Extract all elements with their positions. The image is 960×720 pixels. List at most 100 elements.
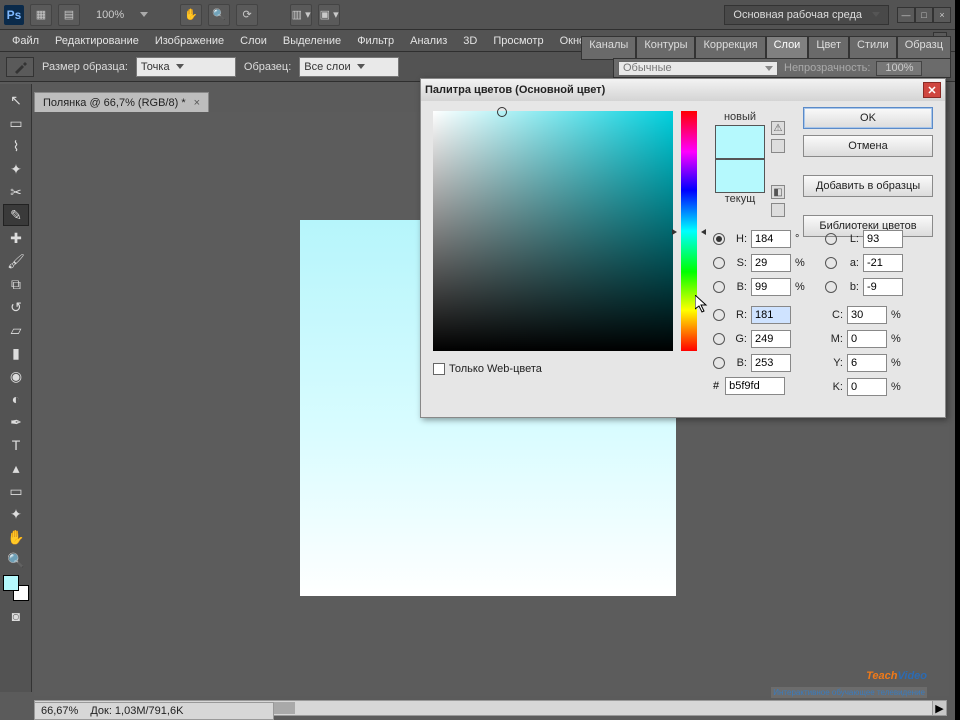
close-icon[interactable]: × <box>194 97 200 109</box>
dialog-titlebar[interactable]: Палитра цветов (Основной цвет) ✕ <box>421 79 945 101</box>
menu-filter[interactable]: Фильтр <box>349 35 402 47</box>
hand-icon[interactable]: ✋ <box>180 4 202 26</box>
radio-lb[interactable] <box>825 281 837 293</box>
tab-layers[interactable]: Слои <box>766 36 809 60</box>
quickmask-tool[interactable]: ◙ <box>3 605 29 627</box>
top-zoom[interactable]: 100% <box>86 9 134 21</box>
websafe-swatch[interactable] <box>771 203 785 217</box>
h-field[interactable] <box>751 230 791 248</box>
tab-styles[interactable]: Стили <box>849 36 897 60</box>
add-swatch-button[interactable]: Добавить в образцы <box>803 175 933 197</box>
path-select-tool[interactable]: ▴ <box>3 457 29 479</box>
menu-select[interactable]: Выделение <box>275 35 349 47</box>
gamut-warning-icon[interactable]: ⚠ <box>771 121 785 135</box>
r-field[interactable] <box>751 306 791 324</box>
l-field[interactable] <box>863 230 903 248</box>
pen-tool[interactable]: ✒ <box>3 411 29 433</box>
document-tab[interactable]: Полянка @ 66,7% (RGB/8) * × <box>34 92 209 112</box>
web-only-checkbox[interactable] <box>433 363 445 375</box>
history-toggle-icon[interactable]: ▤ <box>58 4 80 26</box>
sv-cursor[interactable] <box>497 107 507 117</box>
status-zoom[interactable]: 66,67% <box>41 705 78 717</box>
eraser-tool[interactable]: ▱ <box>3 319 29 341</box>
eyedropper-tool[interactable]: ✎ <box>3 204 29 226</box>
zoom-icon[interactable]: 🔍 <box>208 4 230 26</box>
hue-slider[interactable] <box>681 111 697 351</box>
a-field[interactable] <box>863 254 903 272</box>
stamp-tool[interactable]: ⧉ <box>3 273 29 295</box>
gamut-swatch[interactable] <box>771 139 785 153</box>
opacity-field[interactable]: 100% <box>876 61 922 76</box>
dialog-close-button[interactable]: ✕ <box>923 82 941 98</box>
g-field[interactable] <box>751 330 791 348</box>
move-tool[interactable]: ↖ <box>3 89 29 111</box>
hand-tool[interactable]: ✋ <box>3 526 29 548</box>
tool-preset-button[interactable] <box>6 57 34 77</box>
menu-file[interactable]: Файл <box>4 35 47 47</box>
lasso-tool[interactable]: ⌇ <box>3 135 29 157</box>
maximize-button[interactable]: □ <box>915 7 933 23</box>
sample-layers-dropdown[interactable]: Все слои <box>299 57 399 77</box>
radio-l[interactable] <box>825 233 837 245</box>
blend-mode-dropdown[interactable]: Обычные <box>618 61 778 76</box>
bb-field[interactable] <box>751 354 791 372</box>
color-swatches[interactable] <box>3 575 29 601</box>
arrange-docs-icon[interactable]: ▥ ▾ <box>290 4 312 26</box>
dodge-tool[interactable]: ◐ <box>3 388 29 410</box>
tab-adjust[interactable]: Коррекция <box>695 36 765 60</box>
websafe-warning-icon[interactable]: ◧ <box>771 185 785 199</box>
minimize-button[interactable]: — <box>897 7 915 23</box>
ok-button[interactable]: OK <box>803 107 933 129</box>
type-tool[interactable]: T <box>3 434 29 456</box>
radio-a[interactable] <box>825 257 837 269</box>
radio-r[interactable] <box>713 309 725 321</box>
radio-h[interactable] <box>713 233 725 245</box>
menu-edit[interactable]: Редактирование <box>47 35 147 47</box>
lb-field[interactable] <box>863 278 903 296</box>
tab-color[interactable]: Цвет <box>808 36 849 60</box>
workspace-dropdown[interactable]: Основная рабочая среда <box>724 5 889 25</box>
marquee-tool[interactable]: ▭ <box>3 112 29 134</box>
cancel-button[interactable]: Отмена <box>803 135 933 157</box>
wand-tool[interactable]: ✦ <box>3 158 29 180</box>
chevron-down-icon[interactable] <box>140 12 148 17</box>
radio-bb[interactable] <box>713 357 725 369</box>
menu-analysis[interactable]: Анализ <box>402 35 455 47</box>
c-field[interactable] <box>847 306 887 324</box>
current-color-swatch[interactable] <box>715 159 765 193</box>
hex-field[interactable] <box>725 377 785 395</box>
bridge-icon[interactable]: ▦ <box>30 4 52 26</box>
k-field[interactable] <box>847 378 887 396</box>
heal-tool[interactable]: ✚ <box>3 227 29 249</box>
fg-color-swatch[interactable] <box>3 575 19 591</box>
tab-channels[interactable]: Каналы <box>581 36 636 60</box>
sat-val-field[interactable] <box>433 111 673 351</box>
screen-mode-icon[interactable]: ▣ ▾ <box>318 4 340 26</box>
m-field[interactable] <box>847 330 887 348</box>
tool-palette: ↖ ▭ ⌇ ✦ ✂ ✎ ✚ 🖌 ⧉ ↺ ▱ ▮ ◉ ◐ ✒ T ▴ ▭ ✦ ✋ … <box>0 84 32 692</box>
history-brush-tool[interactable]: ↺ <box>3 296 29 318</box>
bv-field[interactable] <box>751 278 791 296</box>
zoom-tool[interactable]: 🔍 <box>3 549 29 571</box>
blur-tool[interactable]: ◉ <box>3 365 29 387</box>
crop-tool[interactable]: ✂ <box>3 181 29 203</box>
menu-view[interactable]: Просмотр <box>485 35 551 47</box>
menu-image[interactable]: Изображение <box>147 35 232 47</box>
y-field[interactable] <box>847 354 887 372</box>
scroll-right-arrow[interactable]: ▶ <box>932 701 946 715</box>
menu-3d[interactable]: 3D <box>455 35 485 47</box>
menu-layers[interactable]: Слои <box>232 35 275 47</box>
3d-tool[interactable]: ✦ <box>3 503 29 525</box>
gradient-tool[interactable]: ▮ <box>3 342 29 364</box>
close-button[interactable]: × <box>933 7 951 23</box>
radio-g[interactable] <box>713 333 725 345</box>
sample-size-dropdown[interactable]: Точка <box>136 57 236 77</box>
radio-s[interactable] <box>713 257 725 269</box>
shape-tool[interactable]: ▭ <box>3 480 29 502</box>
rotate-view-icon[interactable]: ⟳ <box>236 4 258 26</box>
tab-swatches[interactable]: Образц <box>897 36 951 60</box>
radio-b[interactable] <box>713 281 725 293</box>
s-field[interactable] <box>751 254 791 272</box>
brush-tool[interactable]: 🖌 <box>3 250 29 272</box>
tab-paths[interactable]: Контуры <box>636 36 695 60</box>
